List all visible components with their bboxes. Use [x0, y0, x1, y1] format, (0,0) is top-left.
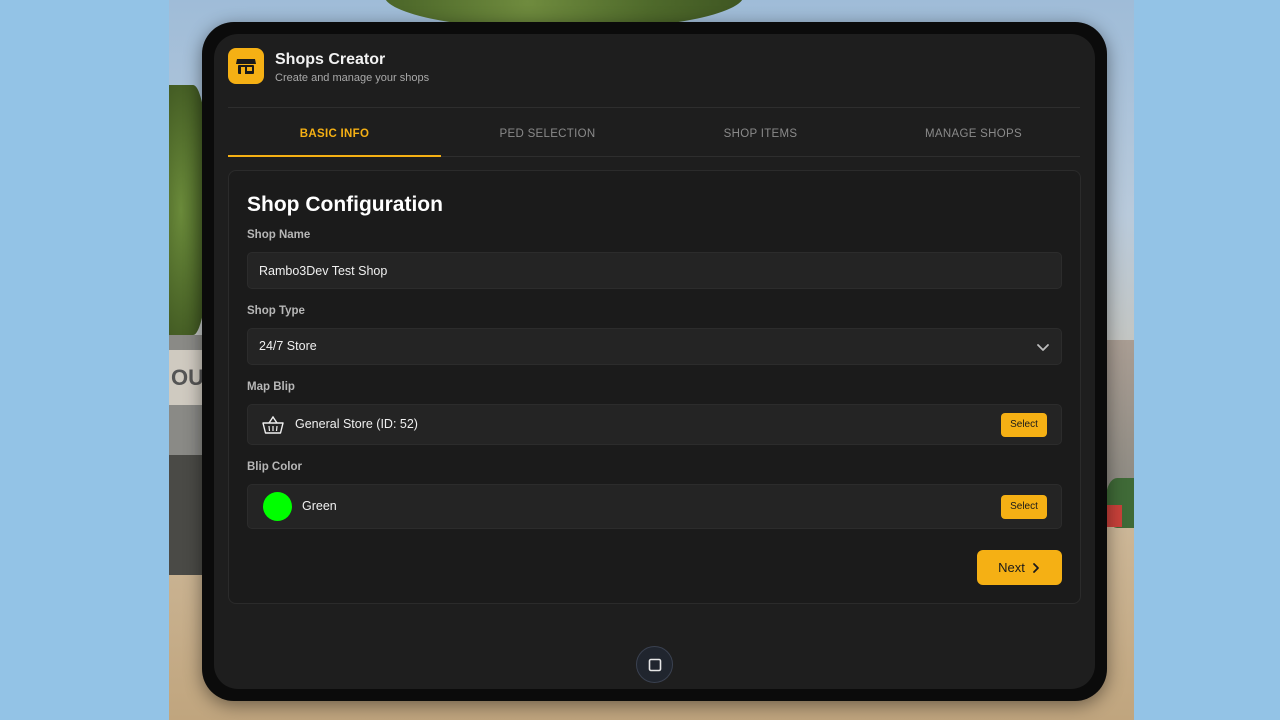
shop-type-label: Shop Type	[247, 305, 305, 317]
map-blip-field: General Store (ID: 52) Select	[247, 404, 1062, 445]
blip-color-value: Green	[302, 499, 337, 513]
tablet-frame: Shops Creator Create and manage your sho…	[202, 22, 1107, 701]
shop-type-select[interactable]: 24/7 Store	[247, 328, 1062, 365]
app-title: Shops Creator	[275, 51, 386, 68]
home-square-icon	[648, 658, 661, 671]
tablet-screen: Shops Creator Create and manage your sho…	[214, 34, 1095, 689]
select-blip-button[interactable]: Select	[1001, 413, 1047, 437]
tab-shop-items[interactable]: SHOP ITEMS	[654, 114, 867, 156]
tab-basic-info[interactable]: BASIC INFO	[228, 114, 441, 157]
tab-manage-shops[interactable]: MANAGE SHOPS	[867, 114, 1080, 156]
blip-color-label: Blip Color	[247, 461, 302, 473]
basket-icon	[262, 416, 284, 434]
red-object	[1106, 505, 1122, 527]
distant-hill	[1104, 340, 1134, 490]
chevron-right-icon	[1032, 562, 1039, 573]
app-header: Shops Creator Create and manage your sho…	[228, 48, 1080, 108]
shop-name-input[interactable]	[247, 252, 1062, 289]
tab-bar: BASIC INFO PED SELECTION SHOP ITEMS MANA…	[228, 114, 1080, 157]
home-button[interactable]	[636, 646, 673, 683]
shop-configuration-card: Shop Configuration Shop Name Shop Type 2…	[228, 170, 1081, 604]
shop-icon	[228, 48, 264, 84]
building-sign: OU	[169, 350, 204, 405]
chevron-down-icon	[1037, 344, 1049, 351]
map-blip-label: Map Blip	[247, 381, 295, 393]
shop-type-value: 24/7 Store	[259, 339, 317, 353]
building-wall	[169, 455, 205, 575]
tab-ped-selection[interactable]: PED SELECTION	[441, 114, 654, 156]
blip-color-field: Green Select	[247, 484, 1062, 529]
card-title: Shop Configuration	[247, 193, 443, 216]
next-button[interactable]: Next	[977, 550, 1062, 585]
select-color-button[interactable]: Select	[1001, 495, 1047, 519]
next-button-label: Next	[998, 560, 1025, 575]
color-swatch	[263, 492, 292, 521]
map-blip-value: General Store (ID: 52)	[295, 417, 418, 431]
app-subtitle: Create and manage your shops	[275, 72, 430, 84]
shop-name-label: Shop Name	[247, 229, 311, 241]
